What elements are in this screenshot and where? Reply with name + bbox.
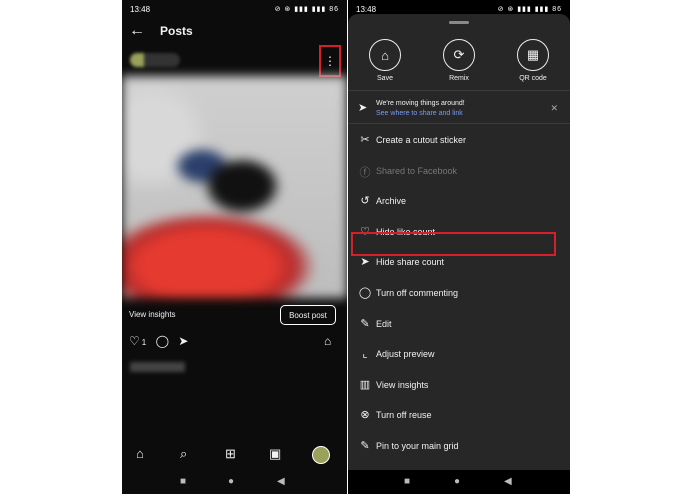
comment-off-icon: ◯ (358, 287, 372, 299)
qr-code-label: QR code (519, 75, 547, 82)
share-off-icon: ➤ (360, 256, 370, 268)
home-circle-icon[interactable]: ● (454, 476, 460, 487)
archive-icon: ↺ (360, 195, 370, 207)
status-time: 13:48 (130, 5, 151, 14)
menu-turn-off-commenting[interactable]: ◯ Turn off commenting (348, 281, 570, 305)
bottom-nav: ⌂ ⌕ ⊞ ▣ (122, 446, 347, 466)
recents-icon[interactable]: ■ (404, 476, 410, 487)
menu-turn-off-reuse[interactable]: ⊗ Turn off reuse (348, 403, 570, 427)
comment-icon[interactable]: ◯ (156, 334, 169, 348)
reels-icon[interactable]: ▣ (269, 446, 281, 462)
remix-label: Remix (449, 75, 469, 82)
back-arrow-icon[interactable]: ← (129, 22, 145, 40)
menu-shared-to-facebook: ⓕ Shared to Facebook (359, 166, 458, 179)
blurred-caption (130, 362, 185, 372)
status-bar: 13:48 ⊘ ⊛ ▮▮▮ ▮▮▮ 86 (122, 0, 347, 20)
send-icon: ➤ (358, 102, 368, 114)
remix-action[interactable]: ⟳ Remix (429, 39, 489, 82)
menu-archive[interactable]: ↺ Archive (348, 189, 570, 213)
facebook-icon: ⓕ (359, 167, 371, 179)
menu-create-cutout-sticker[interactable]: ✂ Create a cutout sticker (348, 128, 570, 152)
status-time: 13:48 (356, 5, 377, 14)
close-icon[interactable]: ✕ (550, 103, 558, 114)
posts-screen: 13:48 ⊘ ⊛ ▮▮▮ ▮▮▮ 86 ← Posts ⋮ View insi… (122, 0, 347, 494)
menu-edit[interactable]: ✎ Edit (348, 312, 570, 336)
home-icon[interactable]: ⌂ (136, 446, 144, 461)
menu-view-insights[interactable]: ▥ View insights (348, 373, 570, 397)
like-icon[interactable]: ♡ (129, 334, 140, 348)
pin-icon: ✎ (360, 440, 370, 452)
menu-pin-to-main-grid[interactable]: ✎ Pin to your main grid (348, 434, 570, 458)
page-title: Posts (160, 24, 193, 38)
menu-hide-share-count[interactable]: ➤ Hide share count (348, 250, 570, 274)
x-circle-icon: ⊗ (360, 409, 370, 421)
profile-avatar[interactable] (312, 446, 330, 464)
blurred-username (130, 53, 180, 67)
menu-adjust-preview[interactable]: ⌞ Adjust preview (348, 342, 570, 366)
status-icons: ⊘ ⊛ ▮▮▮ ▮▮▮ 86 (274, 6, 339, 13)
more-options-icon[interactable]: ⋮ (319, 45, 341, 77)
home-circle-icon[interactable]: ● (228, 476, 234, 487)
recents-icon[interactable]: ■ (180, 476, 186, 487)
qr-code-action[interactable]: ▦ QR code (503, 39, 563, 82)
save-action[interactable]: ⌂ Save (355, 39, 415, 82)
sheet-drag-handle[interactable] (449, 21, 469, 24)
divider (348, 90, 570, 91)
post-image (122, 76, 347, 298)
search-icon[interactable]: ⌕ (180, 446, 187, 462)
like-count: 1 (141, 338, 147, 347)
post-actions: ♡ 1 ◯ ➤ (129, 334, 194, 348)
crop-icon: ⌞ (362, 348, 368, 360)
system-nav-bar: ■ ● ◀ (122, 470, 347, 494)
boost-post-button[interactable]: Boost post (280, 305, 336, 325)
back-triangle-icon[interactable]: ◀ (277, 476, 285, 487)
save-bookmark-icon[interactable]: ⌂ (324, 334, 331, 348)
bar-chart-icon: ▥ (359, 379, 371, 391)
divider (348, 123, 570, 124)
save-label: Save (377, 75, 393, 82)
back-triangle-icon[interactable]: ◀ (504, 476, 512, 487)
options-sheet-screen: 13:48 ⊘ ⊛ ▮▮▮ ▮▮▮ 86 ⌂ Save ⟳ Remix ▦ QR… (348, 0, 570, 494)
pencil-icon: ✎ (360, 318, 370, 330)
bottom-sheet: ⌂ Save ⟳ Remix ▦ QR code ➤ We're moving … (348, 14, 570, 470)
notice-title: We're moving things around! (376, 100, 465, 107)
create-post-icon[interactable]: ⊞ (225, 446, 236, 462)
bookmark-icon: ⌂ (369, 39, 401, 71)
remix-icon: ⟳ (443, 39, 475, 71)
share-icon[interactable]: ➤ (178, 334, 188, 348)
view-insights-link[interactable]: View insights (129, 310, 176, 319)
scissors-icon: ✂ (360, 134, 370, 146)
status-icons: ⊘ ⊛ ▮▮▮ ▮▮▮ 86 (497, 6, 562, 13)
system-nav-bar: ■ ● ◀ (348, 470, 570, 494)
notice-link[interactable]: See where to share and link (376, 110, 463, 117)
qr-code-icon: ▦ (517, 39, 549, 71)
